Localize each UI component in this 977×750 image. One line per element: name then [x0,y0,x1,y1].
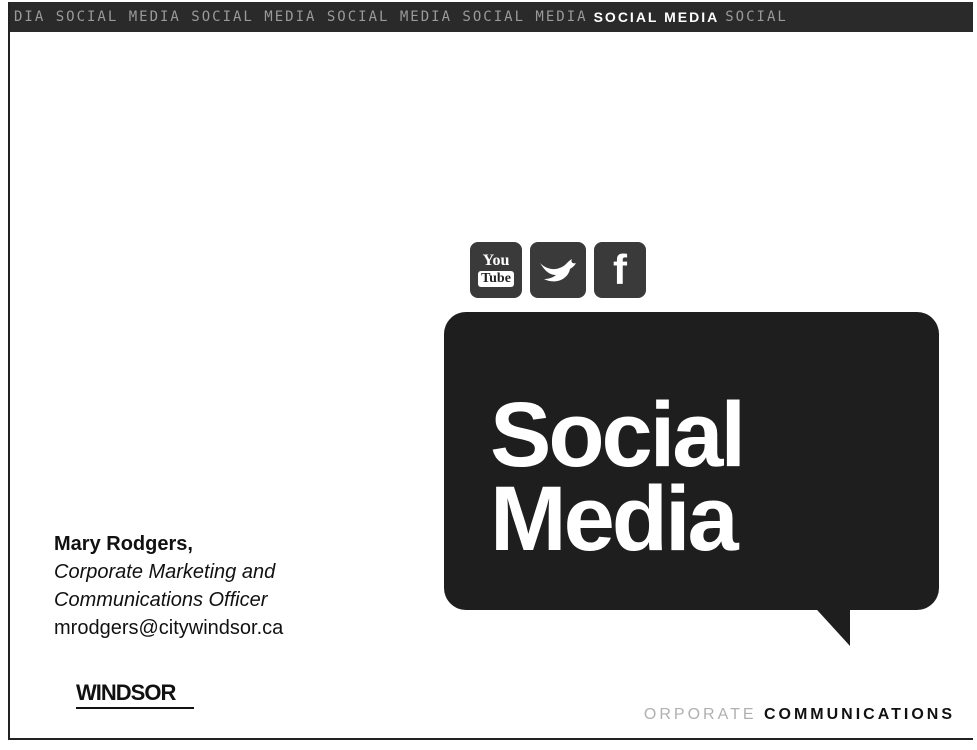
windsor-logo-underline [76,707,194,709]
youtube-icon-top: You [482,252,510,269]
footer-light-text: ORPORATE [643,706,757,723]
contact-email: mrodgers@citywindsor.ca [54,617,284,639]
banner: DIA SOCIAL MEDIA SOCIAL MEDIA SOCIAL MED… [10,2,973,32]
youtube-icon-bottom: Tube [478,271,514,287]
contact-name: Mary Rodgers, [54,533,193,555]
footer-brand: ORPORATE COMMUNICATIONS [644,706,955,724]
youtube-icon: You Tube [470,242,522,298]
bubble-title-line2: Media [490,468,739,570]
banner-highlight-text: SOCIAL MEDIA [593,9,720,25]
windsor-logo: WINDSOR [76,680,194,709]
facebook-icon-glyph: f [613,246,627,293]
facebook-icon: f [594,242,646,298]
windsor-logo-text: WINDSOR [76,680,176,705]
banner-repeat-text: DIA SOCIAL MEDIA SOCIAL MEDIA SOCIAL MED… [14,9,588,25]
bubble-title-line1: Social [490,384,746,486]
contact-block: Mary Rodgers, Corporate Marketing and Co… [54,530,283,642]
twitter-bird-glyph [540,259,576,282]
bubble-title: Social Media [490,384,746,570]
speech-bubble-tail [808,600,850,646]
contact-role-line2: Communications Officer [54,589,268,611]
footer-strong-text: COMMUNICATIONS [763,706,955,723]
social-icons: You Tube f [470,242,646,298]
twitter-icon [530,242,586,298]
banner-tail-text: SOCIAL [725,9,788,25]
contact-role-line1: Corporate Marketing and [54,561,276,583]
